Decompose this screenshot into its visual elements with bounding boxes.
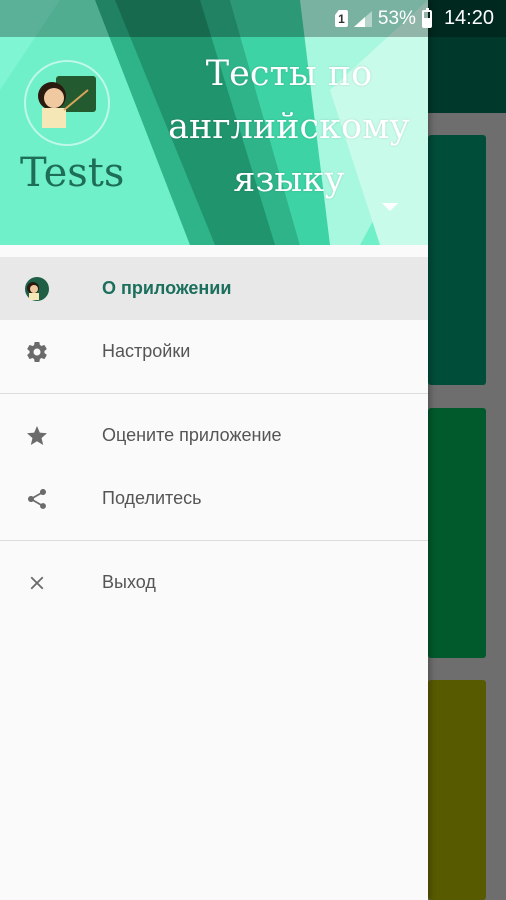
menu-item-exit[interactable]: Выход (0, 551, 428, 614)
navigation-drawer: Tests Тесты по английскому языку О прило… (0, 0, 428, 900)
background-card[interactable] (428, 408, 486, 658)
app-avatar[interactable] (24, 60, 110, 146)
teacher-logo-icon (38, 76, 96, 128)
status-bar: 1 53% 14:20 (0, 0, 506, 37)
app-name: Tests (20, 150, 125, 196)
menu-divider (0, 393, 428, 394)
menu-item-settings[interactable]: Настройки (0, 320, 428, 383)
share-icon (24, 486, 50, 512)
menu-item-rate-app[interactable]: Оцените приложение (0, 404, 428, 467)
drawer-menu: О приложении Настройки Оцените приложени… (0, 245, 428, 614)
signal-icon (353, 10, 372, 27)
background-card[interactable] (428, 135, 486, 385)
battery-icon (421, 7, 432, 28)
menu-item-share[interactable]: Поделитесь (0, 467, 428, 530)
sim-card-icon: 1 (334, 10, 348, 27)
menu-item-about[interactable]: О приложении (0, 257, 428, 320)
star-icon (24, 423, 50, 449)
menu-item-label: Оцените приложение (102, 425, 282, 445)
close-icon (24, 570, 50, 596)
background-card[interactable] (428, 680, 486, 900)
app-avatar-icon (24, 276, 50, 302)
header-title: Тесты по английскому языку (168, 54, 410, 200)
menu-item-label: Поделитесь (102, 488, 202, 508)
menu-item-label: Настройки (102, 341, 191, 361)
menu-divider (0, 540, 428, 541)
menu-item-label: Выход (102, 572, 156, 592)
menu-item-label: О приложении (102, 278, 232, 298)
battery-percent: 53% (377, 7, 416, 29)
clock: 14:20 (443, 7, 494, 29)
account-dropdown-arrow-icon[interactable] (382, 203, 398, 211)
gear-icon (24, 339, 50, 365)
